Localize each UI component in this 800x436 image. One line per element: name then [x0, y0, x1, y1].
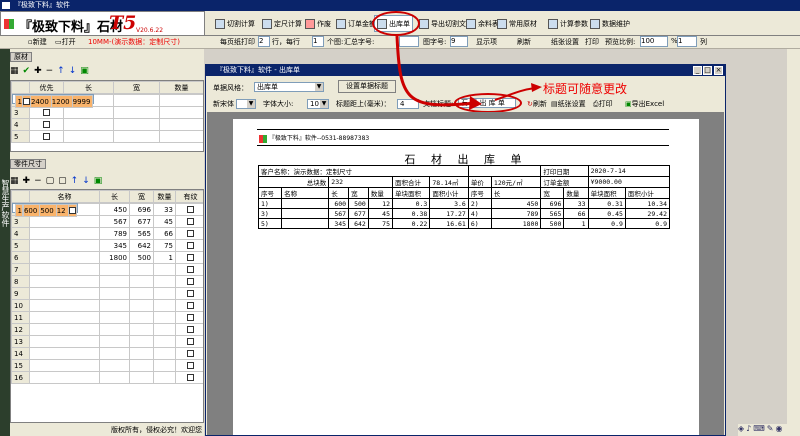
tray-icons[interactable]: ◈♪⌨✎◉ [738, 424, 800, 436]
annotation-text: 标题可随意更改 [543, 82, 628, 96]
right-scroll-area[interactable] [787, 49, 800, 424]
arrow-to-title [395, 35, 476, 107]
arrowhead-icon [531, 83, 542, 92]
arrow-to-label [494, 87, 536, 101]
arrowhead-icon [469, 96, 482, 110]
annotation-arrows [395, 35, 542, 110]
